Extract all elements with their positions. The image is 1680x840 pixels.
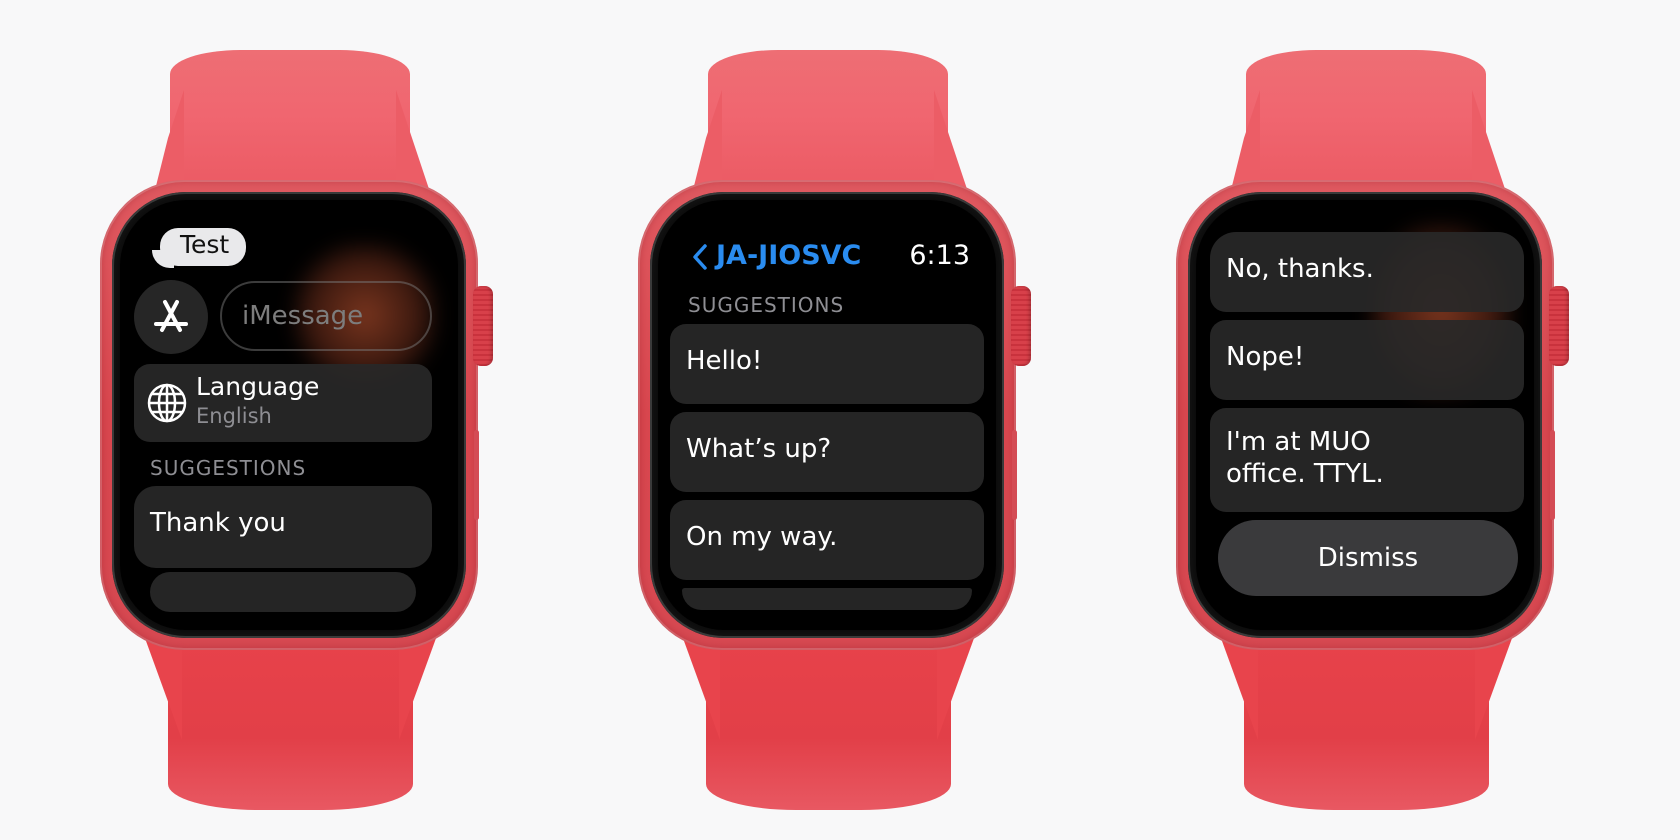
watch-screen: JA-JIOSVC 6:13 SUGGESTIONS Hello! What’s…: [658, 200, 996, 630]
imessage-placeholder: iMessage: [242, 301, 364, 331]
dismiss-button[interactable]: Dismiss: [1218, 520, 1518, 596]
suggestion-text: Hello!: [686, 346, 763, 376]
suggestion-item[interactable]: I'm at MUO office. TTYL.: [1210, 408, 1524, 512]
side-button[interactable]: [1550, 430, 1555, 520]
watch-band-bottom: [1244, 630, 1489, 810]
chevron-left-icon[interactable]: [690, 242, 710, 272]
suggestion-item[interactable]: Hello!: [670, 324, 984, 404]
watch-3: No, thanks. Nope! I'm at MUO office. TTY…: [1166, 0, 1680, 840]
watch-band-bottom: [168, 630, 413, 810]
clock-time: 6:13: [909, 240, 970, 271]
watch-2: JA-JIOSVC 6:13 SUGGESTIONS Hello! What’s…: [628, 0, 1168, 840]
app-store-button[interactable]: [134, 280, 208, 354]
digital-crown[interactable]: [473, 286, 493, 366]
language-title: Language: [196, 372, 320, 401]
suggestion-item[interactable]: Nope!: [1210, 320, 1524, 400]
app-store-icon: [154, 300, 188, 332]
suggestion-text: What’s up?: [686, 434, 832, 464]
watch-screen: Test iMessage Language English SUGGESTIO…: [120, 200, 458, 630]
digital-crown[interactable]: [1549, 286, 1569, 366]
suggestion-text: On my way.: [686, 522, 838, 552]
side-button[interactable]: [474, 430, 479, 520]
suggestion-item[interactable]: Thank you: [134, 486, 432, 568]
language-row[interactable]: Language English: [134, 364, 432, 442]
message-text: Test: [180, 230, 230, 259]
suggestion-text: No, thanks.: [1226, 254, 1374, 284]
suggestions-header: SUGGESTIONS: [688, 293, 845, 317]
watch-screen: No, thanks. Nope! I'm at MUO office. TTY…: [1196, 200, 1534, 630]
suggestions-header: SUGGESTIONS: [150, 456, 307, 480]
digital-crown[interactable]: [1011, 286, 1031, 366]
suggestion-text: Thank you: [150, 508, 286, 538]
suggestion-item-partial[interactable]: [150, 572, 416, 612]
suggestion-item[interactable]: What’s up?: [670, 412, 984, 492]
imessage-input[interactable]: iMessage: [220, 281, 432, 351]
globe-icon: [147, 383, 187, 423]
suggestion-item[interactable]: On my way.: [670, 500, 984, 580]
message-bubble: Test: [152, 228, 246, 268]
bubble-tail: [152, 250, 174, 268]
suggestion-text: I'm at MUO office. TTYL.: [1226, 427, 1384, 489]
suggestion-item-partial[interactable]: [682, 588, 972, 610]
watch-1: Test iMessage Language English SUGGESTIO…: [90, 0, 630, 840]
watch-band-bottom: [706, 630, 951, 810]
suggestion-item[interactable]: No, thanks.: [1210, 232, 1524, 312]
back-contact-name[interactable]: JA-JIOSVC: [716, 240, 861, 271]
suggestion-text: Nope!: [1226, 342, 1305, 372]
side-button[interactable]: [1012, 430, 1017, 520]
language-value: English: [196, 404, 272, 428]
